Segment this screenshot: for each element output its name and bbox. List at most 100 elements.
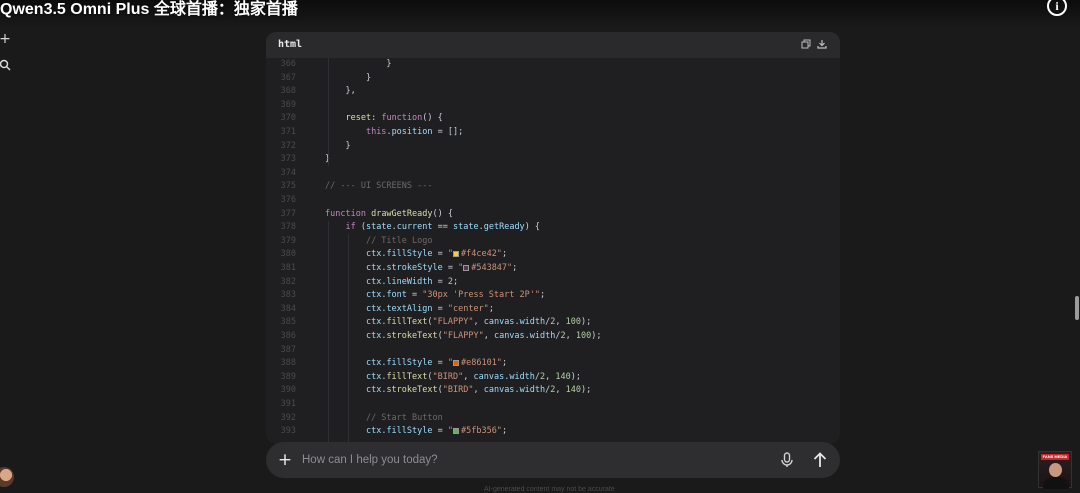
code-line: 370 reset: function() { [266,112,840,126]
code-line: 379 // Title Logo [266,235,840,249]
code-text: ctx.fillStyle = " #f4ce42"; [365,249,508,260]
webcam-thumbnail: FANS MEDIA [1038,451,1072,489]
disclaimer: AI-generated content may not be accurate [484,486,615,493]
webcam-person-body [1043,477,1069,489]
code-text: } [325,72,372,83]
code-line: 367 } [266,72,840,86]
code-line: 388 ctx.fillStyle = " #e86101"; [266,357,840,371]
code-text: this.position = []; [365,127,464,137]
code-text: ctx.strokeText("BIRD", canvas.width/2, 1… [365,385,592,396]
code-line: 373} [266,153,840,167]
line-number: 368 [280,86,296,97]
arrow-up-icon[interactable] [810,450,830,470]
code-line: 371 this.position = []; [266,126,840,140]
line-number: 374 [280,167,296,178]
chat-input[interactable] [302,450,762,470]
left-rail: + [0,28,24,493]
line-number: 372 [280,140,296,151]
code-block: html 366 } 367 } 368 }, 369 370 reset: funct… [266,32,840,444]
code-text: ctx.lineWidth = 2; [365,276,459,287]
line-number: 382 [280,276,296,287]
code-line: 366 } [266,58,840,72]
code-language-label: html [278,39,303,50]
line-number: 390 [280,385,296,396]
line-number: 386 [280,331,296,341]
code-line: 383 ctx.font = "30px 'Press Start 2P'"; [266,289,840,303]
line-number: 379 [280,235,296,246]
plus-icon[interactable]: + [0,32,12,46]
code-text: // --- UI SCREENS --- [325,181,433,192]
line-number: 391 [280,399,296,409]
line-number: 366 [280,59,296,69]
code-content: 366 } 367 } 368 }, 369 370 reset: function()… [266,58,840,444]
microphone-icon[interactable] [778,451,796,469]
webcam-badge: FANS MEDIA [1041,454,1069,460]
code-line: 369 [266,99,840,113]
line-number: 384 [280,303,296,314]
line-number: 383 [280,290,296,301]
line-number: 387 [280,344,296,355]
code-text: ctx.strokeStyle = " #543847"; [365,263,518,273]
code-text: ctx.fillText("BIRD", canvas.width/2, 140… [365,371,582,382]
code-text: ctx.textAlign = "center"; [365,303,494,314]
code-line: 376 [266,194,840,208]
code-line: 390 ctx.strokeText("BIRD", canvas.width/… [266,384,840,398]
code-line: 391 [266,398,840,412]
code-line: 393 ctx.fillStyle = " #5fb356"; [266,425,840,439]
code-text: // Title Logo [365,235,433,246]
video-title: Qwen3.5 Omni Plus 全球首播：独家首播 [0,1,298,18]
code-line: 386 ctx.strokeText("FLAPPY", canvas.widt… [266,330,840,344]
download-icon[interactable] [816,39,828,51]
code-text: ctx.strokeText("FLAPPY", canvas.width/2,… [365,331,602,341]
code-line: 375 // --- UI SCREENS --- [266,180,840,194]
scrollbar-thumb[interactable] [1075,296,1079,320]
code-text: reset: function() { [345,113,443,124]
code-text: if (state.current == state.getReady) { [345,222,541,233]
search-icon[interactable] [0,59,12,73]
indent-guide [348,234,349,444]
line-number: 369 [280,99,296,110]
line-number: 393 [280,426,296,437]
line-number: 389 [280,371,296,382]
code-text: function drawGetReady() { [325,208,453,219]
line-number: 371 [280,127,296,137]
indent-guide [328,221,329,444]
code-line: 387 [266,344,840,358]
code-line: 380 ctx.fillStyle = " #f4ce42"; [266,248,840,262]
webcam-person [1049,463,1062,477]
page-scrollbar[interactable] [1072,28,1080,478]
code-text: ctx.fillText("FLAPPY", canvas.width/2, 1… [365,317,592,328]
line-number: 381 [280,263,296,273]
code-line: 377 function drawGetReady() { [266,208,840,222]
line-number: 377 [280,208,296,219]
code-line: 374 [266,167,840,181]
line-number: 376 [280,195,296,205]
code-line: 378 if (state.current == state.getReady)… [266,221,840,235]
copy-icon[interactable] [800,39,812,51]
code-text: // Start Button [365,412,443,423]
line-number: 378 [280,222,296,233]
line-number: 385 [280,317,296,328]
line-number: 370 [280,113,296,124]
code-text: ctx.fillStyle = " #5fb356"; [365,426,508,437]
code-line: 368 }, [266,85,840,99]
indent-guide [328,58,329,166]
code-line: 384 ctx.textAlign = "center"; [266,303,840,317]
code-block-header: html [266,32,840,58]
chat-input-bar: + [266,442,840,478]
code-line: 381 ctx.strokeStyle = " #543847"; [266,262,840,276]
code-line: 382 ctx.lineWidth = 2; [266,276,840,290]
code-line: 385 ctx.fillText("FLAPPY", canvas.width/… [266,316,840,330]
code-text: ctx.font = "30px 'Press Start 2P'"; [365,290,546,301]
line-number: 375 [280,181,296,192]
line-number: 380 [280,249,296,260]
code-text: }, [325,86,356,97]
line-number: 367 [280,72,296,83]
line-number: 392 [280,412,296,423]
code-text: } [325,59,392,69]
code-text: ctx.fillStyle = " #e86101"; [365,358,508,369]
code-line: 372 } [266,140,840,154]
code-line: 392 // Start Button [266,412,840,426]
line-number: 388 [280,358,296,369]
plus-icon[interactable]: + [276,451,294,469]
